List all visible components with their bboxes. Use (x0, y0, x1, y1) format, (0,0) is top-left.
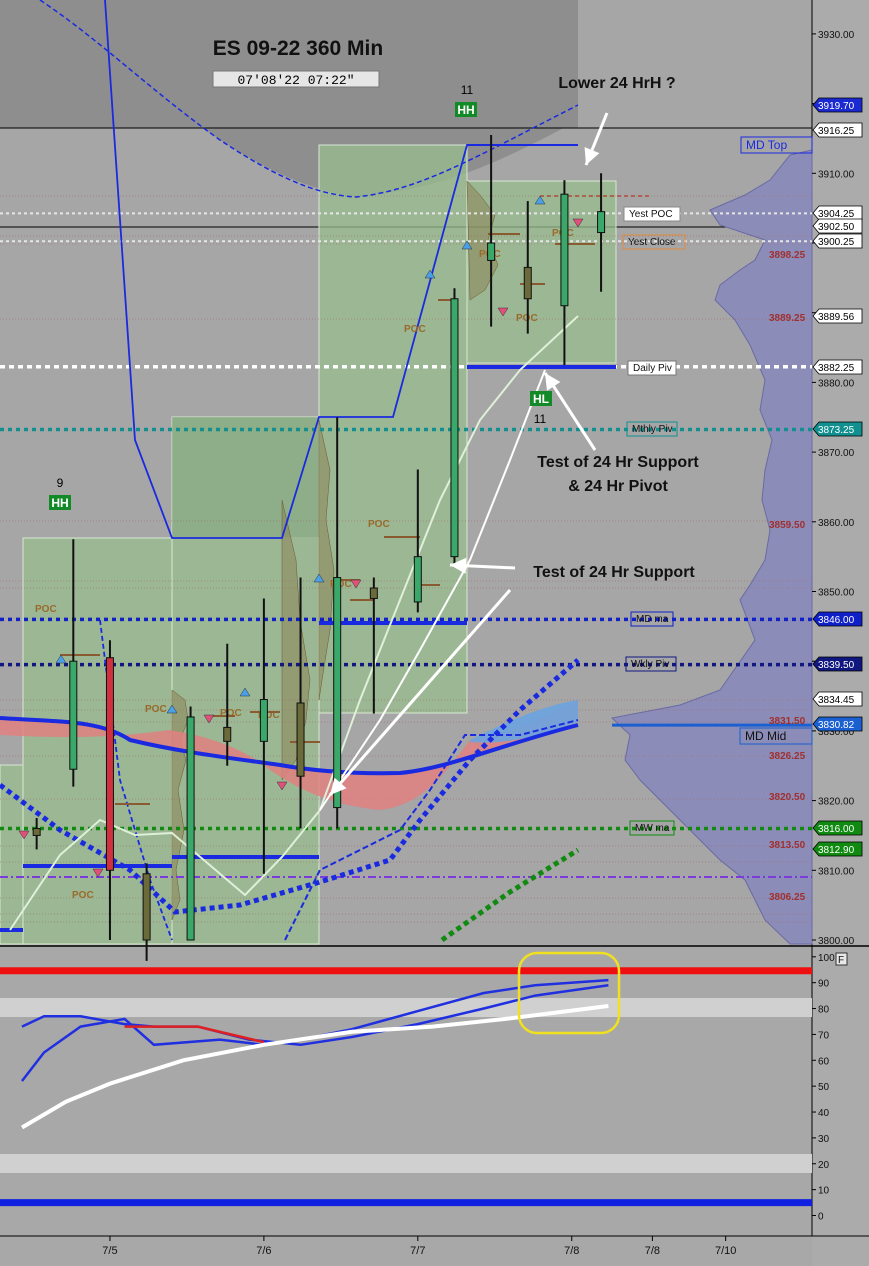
price-tag-6: 3882.25 (818, 363, 855, 374)
price-tag-8: 3846.00 (818, 615, 855, 626)
candle-body-12 (487, 242, 496, 261)
time-tick-label-0: 7/5 (102, 1245, 117, 1257)
poc-label-6: POC (368, 519, 390, 530)
time-tick-label-3: 7/8 (564, 1245, 579, 1257)
candle-body-7 (296, 702, 305, 777)
price-tick-label-11: 3820.00 (818, 797, 855, 808)
candle-body-1 (69, 660, 78, 770)
candle-body-9 (369, 587, 378, 599)
annotation-support-pivot-line1: Test of 24 Hr Support (537, 454, 699, 471)
swing-count-2: 11 (534, 412, 547, 426)
swing-tag-2: HL (533, 392, 549, 406)
price-tick-label-6: 3870.00 (818, 448, 855, 459)
profile-level-3: 3820.50 (769, 792, 806, 803)
swing-count-1: 11 (461, 83, 474, 97)
candle-body-10 (413, 556, 422, 603)
time-tick-label-1: 7/6 (256, 1245, 271, 1257)
osc-tick-label-4: 60 (818, 1056, 830, 1067)
axis-background (812, 0, 869, 1266)
candle-body-8 (333, 577, 342, 809)
osc-tick-label-5: 50 (818, 1082, 830, 1093)
candle-body-0 (32, 827, 41, 836)
candle-body-11 (450, 298, 459, 558)
price-tag-13: 3812.90 (818, 845, 855, 856)
osc-band-lower (0, 1154, 812, 1173)
timestamp: 07'08'22 07:22" (237, 73, 354, 88)
poc-label-2: POC (145, 704, 167, 715)
price-tick-label-2: 3910.00 (818, 169, 855, 180)
poc-label-7: POC (404, 324, 426, 335)
price-tick-label-8: 3850.00 (818, 588, 855, 599)
price-tag-12: 3816.00 (818, 824, 855, 835)
price-tag-0: 3919.70 (818, 101, 855, 112)
osc-tick-label-9: 10 (818, 1186, 830, 1197)
session-box-shade-1 (172, 417, 319, 537)
price-tag-11: 3830.82 (818, 720, 855, 731)
price-tick-label-5: 3880.00 (818, 378, 855, 389)
osc-tick-label-3: 70 (818, 1030, 830, 1041)
profile-level-1: 3889.25 (769, 313, 806, 324)
profile-level-5: 3806.25 (769, 892, 806, 903)
candle-body-3 (142, 873, 151, 941)
candle-body-4 (186, 716, 195, 941)
poc-label-1: POC (72, 890, 94, 901)
osc-corner-label: F (838, 955, 844, 966)
level-label-2: Yest Close (628, 237, 676, 248)
price-tag-3: 3902.50 (818, 222, 855, 233)
candle-body-2 (105, 657, 114, 871)
profile-level-6: 3831.50 (769, 716, 806, 727)
osc-tick-label-0: 100 (818, 953, 835, 964)
price-tick-label-13: 3800.00 (818, 936, 855, 947)
candle-body-13 (523, 266, 532, 300)
poc-label-3: POC (220, 708, 242, 719)
level-label-5: MD ma (636, 614, 669, 625)
price-chart: POCPOCPOCPOCPOCPOCPOCPOCPOCPOCPOC9HH11HH… (0, 0, 869, 1266)
osc-tick-label-1: 90 (818, 979, 830, 990)
level-label-8: MW ma (635, 823, 670, 834)
swing-tag-0: HH (51, 496, 68, 510)
price-tag-7: 3873.25 (818, 425, 855, 436)
price-tick-label-0: 3930.00 (818, 30, 855, 41)
osc-tick-label-2: 80 (818, 1005, 830, 1016)
osc-tick-label-6: 40 (818, 1108, 830, 1119)
profile-level-2: 3859.50 (769, 520, 806, 531)
swing-count-0: 9 (57, 476, 64, 490)
profile-level-0: 3898.25 (769, 250, 806, 261)
price-tag-1: 3916.25 (818, 126, 855, 137)
osc-tick-label-10: 0 (818, 1212, 824, 1223)
time-tick-label-5: 7/10 (715, 1245, 736, 1257)
time-tick-label-4: 7/8 (645, 1245, 660, 1257)
price-tag-10: 3834.45 (818, 695, 855, 706)
level-label-3: Daily Piv (633, 363, 672, 374)
chart-title: ES 09-22 360 Min (213, 37, 383, 60)
poc-label-0: POC (35, 604, 57, 615)
swing-tag-1: HH (457, 103, 474, 117)
candle-body-6 (259, 699, 268, 742)
price-tick-label-7: 3860.00 (818, 518, 855, 529)
level-label-4: Mthly Piv (632, 424, 673, 435)
osc-tick-label-7: 30 (818, 1134, 830, 1145)
price-tag-4: 3900.25 (818, 237, 855, 248)
profile-level-7: 3826.25 (769, 751, 806, 762)
level-label-1: Yest POC (629, 209, 673, 220)
price-tag-5: 3889.56 (818, 312, 855, 323)
annotation-support-pivot-line2: & 24 Hr Pivot (568, 478, 668, 495)
level-label-7: MD Mid (745, 729, 786, 743)
annotation-support: Test of 24 Hr Support (533, 564, 695, 581)
level-label-6: Wkly Piv (631, 659, 669, 670)
time-tick-label-2: 7/7 (410, 1245, 425, 1257)
price-tag-9: 3839.50 (818, 660, 855, 671)
chart-root: POCPOCPOCPOCPOCPOCPOCPOCPOCPOCPOC9HH11HH… (0, 0, 869, 1266)
osc-tick-label-8: 20 (818, 1160, 830, 1171)
candle-body-5 (223, 726, 232, 742)
price-tick-label-12: 3810.00 (818, 866, 855, 877)
profile-level-4: 3813.50 (769, 840, 806, 851)
price-tag-2: 3904.25 (818, 209, 855, 220)
level-label-0: MD Top (746, 138, 787, 152)
candle-body-14 (560, 193, 569, 307)
candle-body-15 (597, 211, 606, 234)
annotation-lower-hrh: Lower 24 HrH ? (558, 75, 675, 92)
